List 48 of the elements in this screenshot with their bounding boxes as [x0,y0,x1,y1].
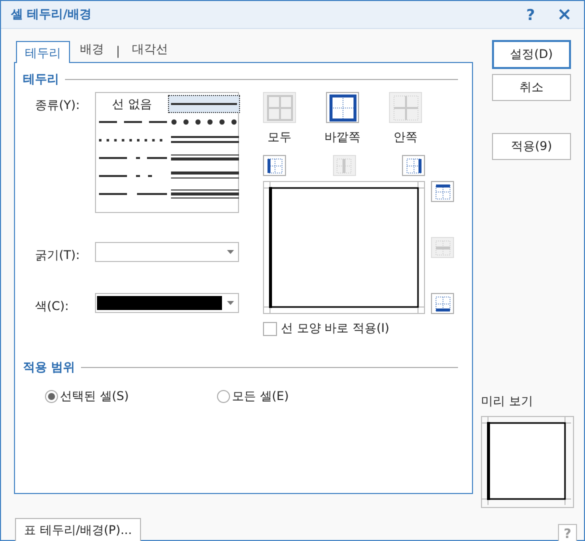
border-top-icon [434,182,452,200]
border-all-icon [266,94,294,122]
line-style-option[interactable]: 선 없음 [96,95,168,113]
caret-icon [227,301,234,305]
tab[interactable]: 배경 [72,38,112,62]
border-bottom-icon [434,294,452,312]
radio-label[interactable]: 모든 셀(E) [232,388,289,405]
border-toggle-button[interactable] [431,293,454,314]
border-outside-icon [328,94,356,122]
border-inside-icon [392,94,420,122]
checkbox[interactable] [263,322,277,336]
preset-label: 바깥쪽 [324,129,360,146]
border-preset-button[interactable] [326,92,359,123]
caret-icon [227,250,234,254]
table-border-button[interactable]: 표 테두리/배경(P)... [15,518,141,541]
tab[interactable]: 테두리 [16,41,70,63]
tab-separator: | [115,43,122,60]
preset-label: 모두 [268,129,292,146]
window-title: 셀 테두리/배경 [11,6,93,23]
help-button[interactable]: ? [526,6,535,24]
radio-button[interactable] [217,390,230,403]
border-vertical-icon [335,156,353,174]
dialog-button[interactable]: 취소 [492,74,571,101]
no-line-label: 선 없음 [112,96,152,112]
preset-label: 안쪽 [394,129,418,146]
line-style-option[interactable] [168,95,240,113]
section-title: 테두리 [23,71,59,88]
color-dropdown[interactable] [95,293,239,313]
section-title: 적용 범위 [23,359,76,376]
border-horizontal-icon [434,238,452,256]
border-left-icon [266,156,284,174]
dialog-button[interactable]: 적용(9) [492,133,571,160]
field-label: 색(C): [34,298,70,315]
line-style-list[interactable]: 선 없음 [95,92,239,213]
border-right-icon [404,156,422,174]
radio-label[interactable]: 선택된 셀(S) [60,388,129,405]
tab[interactable]: 대각선 [124,38,176,62]
border-toggle-button[interactable] [431,181,454,202]
border-toggle-button[interactable] [402,155,425,176]
border-toggle-button[interactable] [263,155,286,176]
dialog-button[interactable]: 설정(D) [492,40,571,69]
field-label: 굵기(T): [34,247,81,264]
field-label: 종류(Y): [34,97,81,114]
radio-button[interactable] [45,390,58,403]
preview-label: 미리 보기 [481,393,534,410]
close-button[interactable]: × [556,4,572,25]
line-style-icon [169,187,239,201]
checkbox-label[interactable]: 선 모양 바로 적용(I) [281,320,390,337]
